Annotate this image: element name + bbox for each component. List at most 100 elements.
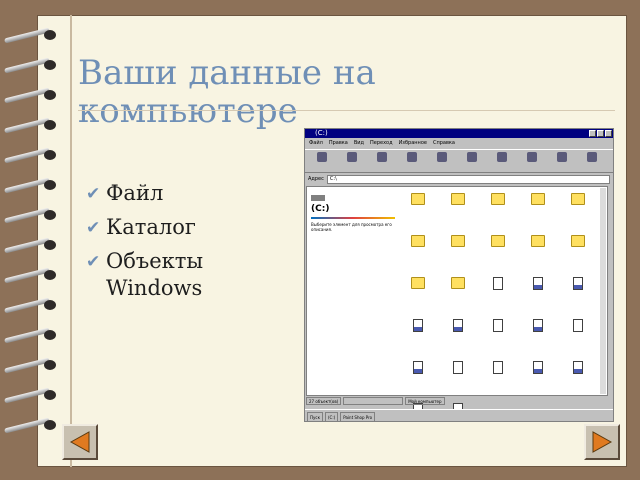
margin-line: [70, 15, 72, 467]
toolbar-button: [399, 152, 425, 170]
binding-ring: [4, 177, 62, 194]
start-button: Пуск: [307, 411, 323, 421]
previous-slide-button[interactable]: [62, 424, 98, 460]
delete-icon: [527, 152, 537, 162]
divider: [311, 217, 395, 219]
file-icon-item: [399, 359, 437, 393]
address-field: C:\: [326, 174, 610, 184]
checkmark-icon: ✔: [86, 218, 101, 238]
binding-ring: [4, 417, 62, 434]
file-icon-item: [479, 317, 517, 351]
bullet-item: ✔ Каталог: [86, 214, 246, 242]
toolbar-button: [459, 152, 485, 170]
menu-item: Переход: [370, 140, 393, 146]
file-icon-item: [559, 317, 597, 351]
file-icon-item: [519, 275, 557, 309]
explorer-menubar: Файл Правка Вид Переход Избранное Справк…: [305, 138, 613, 149]
binding-ring: [4, 117, 62, 134]
window-controls: [589, 130, 612, 137]
file-icon-item: [399, 191, 437, 225]
folder-icon: [411, 235, 425, 247]
explorer-screenshot: (C:) Файл Правка Вид Переход Избранное С…: [304, 128, 614, 422]
folder-icon: [571, 235, 585, 247]
file-icon: [493, 319, 503, 332]
file-icon-item: [439, 275, 477, 309]
file-icon-item: [439, 233, 477, 267]
file-icon-item: [399, 275, 437, 309]
triangle-right-icon: [592, 431, 613, 453]
file-icon-item: [439, 191, 477, 225]
checkmark-icon: ✔: [86, 252, 101, 272]
file-icon: [493, 361, 503, 374]
file-icon: [573, 319, 583, 332]
file-icon-item: [519, 317, 557, 351]
file-icon-item: [559, 275, 597, 309]
address-bar: Адрес C:\: [305, 173, 613, 185]
menu-item: Вид: [353, 140, 364, 146]
file-icon-item: [439, 317, 477, 351]
title-underline: [78, 110, 615, 111]
views-icon: [587, 152, 597, 162]
file-icon: [453, 361, 463, 374]
folder-icon: [571, 193, 585, 205]
file-icon: [573, 277, 583, 290]
toolbar-button: [489, 152, 515, 170]
file-icon-item: [479, 233, 517, 267]
binding-ring: [4, 147, 62, 164]
explorer-left-pane: (C:) Выберите элемент для просмотра его …: [311, 195, 395, 232]
toolbar-button: [369, 152, 395, 170]
next-slide-button[interactable]: [584, 424, 620, 460]
toolbar-button: [339, 152, 365, 170]
file-icon: [413, 319, 423, 332]
up-icon: [377, 152, 387, 162]
drive-icon: [311, 195, 325, 201]
file-icon: [533, 361, 543, 374]
toolbar-button: [519, 152, 545, 170]
folder-icon: [411, 193, 425, 205]
file-icon-item: [559, 359, 597, 393]
triangle-left-icon: [69, 431, 90, 453]
binding-ring: [4, 357, 62, 374]
slide-title: Ваши данные на компьютере: [78, 53, 376, 131]
folder-icon: [491, 235, 505, 247]
folder-icon: [491, 193, 505, 205]
file-icon-item: [519, 191, 557, 225]
explorer-titlebar: (C:): [305, 129, 613, 138]
forward-icon: [347, 152, 357, 162]
file-icon-item: [559, 191, 597, 225]
folder-icon: [531, 193, 545, 205]
folder-icon: [531, 235, 545, 247]
file-icon: [453, 319, 463, 332]
toolbar-button: [309, 152, 335, 170]
menu-item: Файл: [309, 140, 323, 146]
file-icon: [533, 319, 543, 332]
binding-ring: [4, 237, 62, 254]
status-location: Мой компьютер: [405, 397, 445, 405]
address-label: Адрес: [308, 176, 324, 182]
bullet-item: ✔ Файл: [86, 180, 246, 208]
maximize-icon: [597, 130, 604, 137]
file-icon: [493, 277, 503, 290]
close-icon: [605, 130, 612, 137]
folder-icon: [451, 193, 465, 205]
taskbar-item: Paint Shop Pro: [340, 411, 376, 421]
bullet-text: Файл: [106, 181, 164, 205]
file-icon-item: [439, 359, 477, 393]
explorer-statusbar: 27 объект(ов) Мой компьютер: [306, 397, 612, 405]
binding-ring: [4, 27, 62, 44]
back-icon: [317, 152, 327, 162]
explorer-title: (C:): [315, 129, 328, 137]
file-icon: [573, 361, 583, 374]
file-icon-item: [479, 191, 517, 225]
vertical-scrollbar: [600, 188, 606, 394]
explorer-content: (C:) Выберите элемент для просмотра его …: [306, 186, 608, 416]
file-icon-item: [399, 233, 437, 267]
drive-label: (C:): [311, 204, 330, 214]
toolbar-button: [429, 152, 455, 170]
toolbar-button: [549, 152, 575, 170]
binding-ring: [4, 87, 62, 104]
taskbar-item: (C:): [325, 411, 339, 421]
properties-icon: [557, 152, 567, 162]
file-icon-item: [559, 233, 597, 267]
drive-description: Выберите элемент для просмотра его описа…: [311, 222, 392, 232]
